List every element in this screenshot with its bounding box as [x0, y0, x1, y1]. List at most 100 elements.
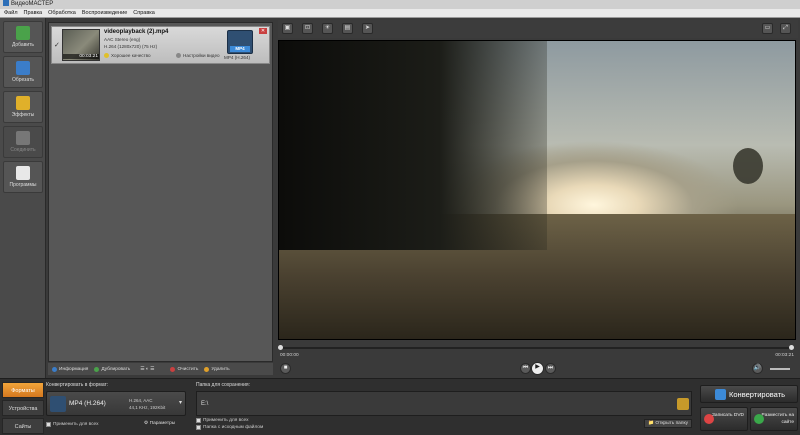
convert-format-section: Конвертировать в формат: MP4 (H.264) H.2… [46, 382, 192, 434]
menu-process[interactable]: Обработка [48, 9, 76, 17]
join-button[interactable]: Соединить [3, 126, 43, 158]
menu-help[interactable]: Справка [133, 9, 155, 17]
clear-button[interactable]: Очистить [170, 366, 199, 372]
format-selector[interactable]: MP4 (H.264) H.264, AAC 44,1 KHz, 192Kbit… [46, 391, 186, 416]
duplicate-button[interactable]: Дублировать [94, 366, 131, 372]
format-label: MP4 (H.264) [224, 55, 251, 60]
quality-setting[interactable]: Хорошее качество [104, 53, 151, 58]
app-window: ВидеоМАСТЕР Файл Правка Обработка Воспро… [0, 0, 800, 435]
volume-slider[interactable] [770, 368, 790, 370]
settings-label: Настройки видео [183, 53, 220, 58]
add-label: Добавить [11, 42, 35, 48]
effects-label: Эффекты [11, 112, 35, 118]
left-toolbar: Добавить Обрезать Эффекты Соединить Прог… [0, 18, 46, 378]
format-spec-codec: H.264, AAC [129, 398, 153, 403]
chevron-down-icon[interactable]: ▾ [179, 399, 182, 406]
convert-label: Конвертировать [729, 390, 785, 399]
convert-button[interactable]: Конвертировать [700, 385, 798, 403]
timeline-track[interactable] [280, 347, 792, 349]
add-button[interactable]: Добавить [3, 21, 43, 53]
output-path-field[interactable]: E:\ [196, 391, 692, 416]
file-checkbox[interactable]: ✓ [54, 41, 60, 49]
apply-all-folder-label: Применить для всех [203, 418, 249, 423]
menu-edit[interactable]: Правка [24, 9, 43, 17]
folder-icon[interactable] [677, 398, 689, 410]
parameters-button[interactable]: ⚙ Параметры [144, 421, 175, 426]
trim-button[interactable]: Обрезать [3, 56, 43, 88]
parameters-label: Параметры [149, 421, 176, 426]
programs-label: Программы [9, 182, 37, 188]
duplicate-icon [94, 366, 100, 372]
open-folder-label: Открыть папку [655, 421, 688, 426]
timeline-end-handle[interactable] [789, 345, 794, 350]
menu-playback[interactable]: Воспроизведение [82, 9, 127, 17]
file-list: ✓ 00:03:21 videoplayback (2).mp4 AAC Ste… [48, 22, 273, 362]
join-icon [16, 131, 30, 145]
tab-devices[interactable]: Устройства [2, 400, 44, 416]
snapshot-button[interactable]: ▣ [282, 23, 293, 34]
effects-icon [16, 96, 30, 110]
burn-dvd-button[interactable]: Записать DVD [700, 407, 748, 431]
delete-label: Удалить [211, 366, 230, 372]
next-button[interactable]: ⏭ [545, 363, 556, 374]
category-tabs: Форматы Устройства Сайты [2, 382, 44, 435]
add-icon [16, 26, 30, 40]
video-settings[interactable]: Настройки видео [176, 53, 220, 58]
file-item[interactable]: ✓ 00:03:21 videoplayback (2).mp4 AAC Ste… [51, 26, 270, 64]
effects-button[interactable]: Эффекты [3, 91, 43, 123]
convert-icon [715, 389, 726, 400]
bottom-panel: Форматы Устройства Сайты Конвертировать … [0, 378, 800, 435]
clear-label: Очистить [177, 366, 199, 372]
apply-all-checkbox[interactable]: Применить для всех [46, 422, 99, 427]
play-button[interactable]: ▶ [531, 362, 544, 375]
programs-button[interactable]: Программы [3, 161, 43, 193]
quality-icon [104, 53, 109, 58]
file-duration: 00:03:21 [63, 54, 99, 59]
trim-icon [16, 61, 30, 75]
video-frame-trees [279, 41, 548, 250]
time-start: 00:00:00 [280, 353, 299, 358]
burn-dvd-label: Записать DVD [712, 413, 744, 418]
format-icon: MP4 [227, 30, 253, 54]
timeline-start-handle[interactable] [278, 345, 283, 350]
file-list-toolbar: Информация Дублировать ☰ ◐ ☰ Очистить Уд… [48, 363, 273, 375]
video-effects-button[interactable]: ▤ [342, 23, 353, 34]
delete-button[interactable]: Удалить [204, 366, 230, 372]
view-toggle[interactable]: ☰ ◐ ☰ [140, 367, 154, 372]
info-icon [52, 366, 57, 372]
settings-icon [176, 53, 181, 58]
clear-icon [170, 366, 176, 372]
convert-format-label: Конвертировать в формат: [46, 382, 109, 388]
duplicate-label: Дублировать [101, 366, 131, 372]
open-folder-button[interactable]: 📁 Открыть папку [644, 419, 692, 428]
time-end: 00:03:21 [775, 353, 794, 358]
menu-file[interactable]: Файл [4, 9, 18, 17]
publish-site-button[interactable]: Разместить на сайте [750, 407, 798, 431]
remove-file-button[interactable]: ✕ [259, 28, 267, 34]
prev-button[interactable]: ⏮ [520, 363, 531, 374]
fullscreen-button[interactable]: ⤢ [780, 23, 791, 34]
format-selector-icon [50, 396, 66, 412]
file-name: videoplayback (2).mp4 [104, 29, 169, 35]
menu-bar: Файл Правка Обработка Воспроизведение Сп… [0, 9, 800, 18]
window-title: ВидеоМАСТЕР [11, 1, 54, 7]
source-folder-checkbox[interactable]: Папка с исходным файлом [196, 425, 263, 430]
video-preview[interactable] [278, 40, 796, 340]
info-label: Информация [59, 366, 89, 372]
stop-button[interactable]: ■ [280, 363, 291, 374]
audio-info: AAC Stereo (eng) [104, 37, 141, 42]
info-button[interactable]: Информация [52, 366, 89, 372]
tab-formats[interactable]: Форматы [2, 382, 44, 398]
aspect-button[interactable]: ▭ [762, 23, 773, 34]
dvd-icon [704, 414, 714, 424]
apply-all-folder-checkbox[interactable]: Применить для всех [196, 418, 249, 423]
tab-sites[interactable]: Сайты [2, 418, 44, 434]
speed-button[interactable]: ➤ [362, 23, 373, 34]
video-info: H.264 (1280x720) (75 Hz) [104, 44, 158, 49]
title-bar: ВидеоМАСТЕР [0, 0, 800, 9]
crop-button[interactable]: ⊡ [302, 23, 313, 34]
volume-icon[interactable]: 🔊 [752, 363, 763, 374]
output-folder-label: Папка для сохранения: [196, 382, 251, 388]
brightness-button[interactable]: ☀ [322, 23, 333, 34]
source-folder-label: Папка с исходным файлом [203, 425, 264, 430]
